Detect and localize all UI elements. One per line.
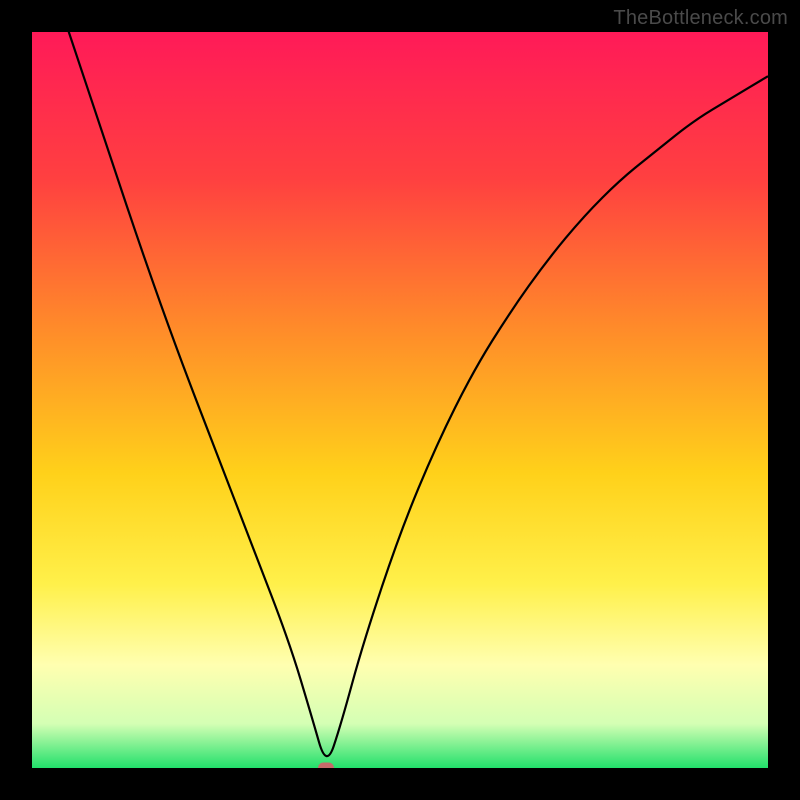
optimum-marker bbox=[318, 763, 334, 769]
plot-area bbox=[32, 32, 768, 768]
watermark-text: TheBottleneck.com bbox=[613, 6, 788, 30]
chart-frame: TheBottleneck.com bbox=[0, 0, 800, 800]
bottleneck-curve bbox=[32, 32, 768, 768]
